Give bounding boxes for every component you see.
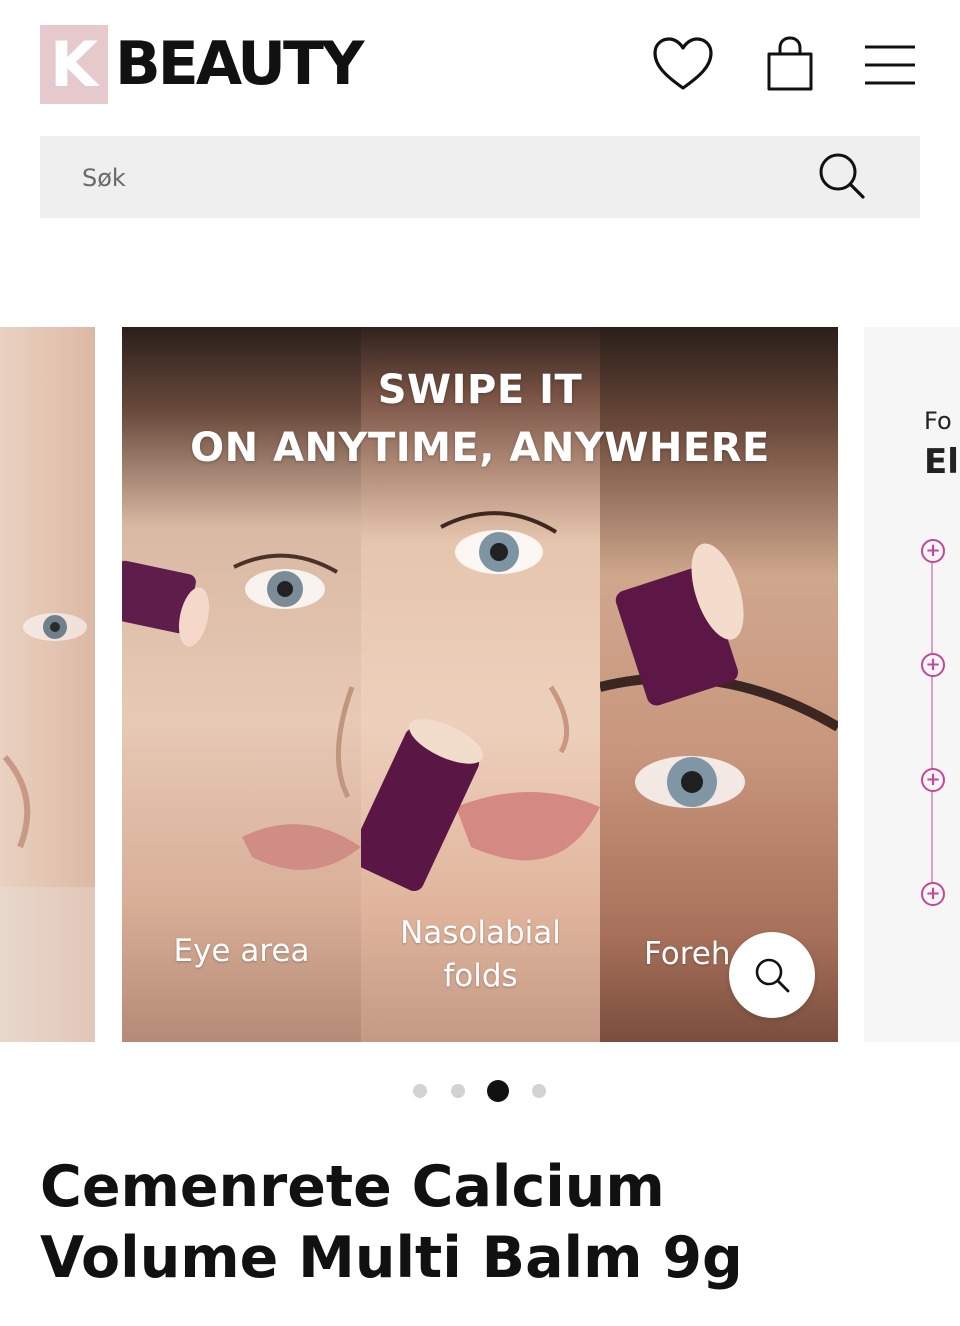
product-title-line2: Volume Multi Balm 9g bbox=[40, 1225, 743, 1291]
slide-headline-line2: ON ANYTIME, ANYWHERE bbox=[190, 425, 770, 471]
carousel-dot-3-active[interactable] bbox=[487, 1080, 509, 1102]
product-title: Cemenrete Calcium Volume Multi Balm 9g bbox=[40, 1152, 920, 1294]
carousel-slide-previous[interactable] bbox=[0, 327, 95, 1042]
product-title-line1: Cemenrete Calcium bbox=[40, 1154, 665, 1220]
search-icon bbox=[755, 958, 790, 993]
carousel-dot-4[interactable] bbox=[532, 1084, 546, 1098]
plus-circle-icon: + bbox=[921, 768, 945, 792]
caption-nasolabial-line2: folds bbox=[443, 958, 518, 994]
carousel-slide-main[interactable]: SWIPE IT ON ANYTIME, ANYWHERE Eye area N… bbox=[122, 327, 838, 1042]
caption-forehead: Foreh bbox=[644, 936, 731, 972]
timeline-line bbox=[931, 551, 933, 895]
carousel-dot-1[interactable] bbox=[413, 1084, 427, 1098]
search-input[interactable] bbox=[80, 136, 784, 220]
shopping-bag-icon[interactable] bbox=[765, 36, 815, 92]
plus-circle-icon: + bbox=[921, 882, 945, 906]
logo-wordmark[interactable]: BEAUTY bbox=[115, 25, 364, 104]
carousel-slide-next[interactable]: Fo El + + + + bbox=[864, 327, 960, 1042]
logo-k-mark[interactable]: K bbox=[40, 25, 108, 104]
search-icon[interactable] bbox=[816, 150, 868, 207]
plus-circle-icon: + bbox=[921, 653, 945, 677]
plus-circle-icon: + bbox=[921, 539, 945, 563]
carousel-dot-2[interactable] bbox=[451, 1084, 465, 1098]
zoom-button[interactable] bbox=[729, 932, 815, 1018]
menu-icon[interactable] bbox=[864, 44, 916, 86]
slide-headline-line1: SWIPE IT bbox=[377, 367, 583, 413]
caption-eye-area: Eye area bbox=[173, 933, 310, 969]
heart-icon[interactable] bbox=[652, 36, 714, 92]
search-bar bbox=[40, 136, 920, 220]
caption-nasolabial-line1: Nasolabial bbox=[400, 915, 561, 951]
next-slide-heading: El bbox=[924, 442, 959, 482]
next-slide-label: Fo bbox=[924, 407, 952, 435]
